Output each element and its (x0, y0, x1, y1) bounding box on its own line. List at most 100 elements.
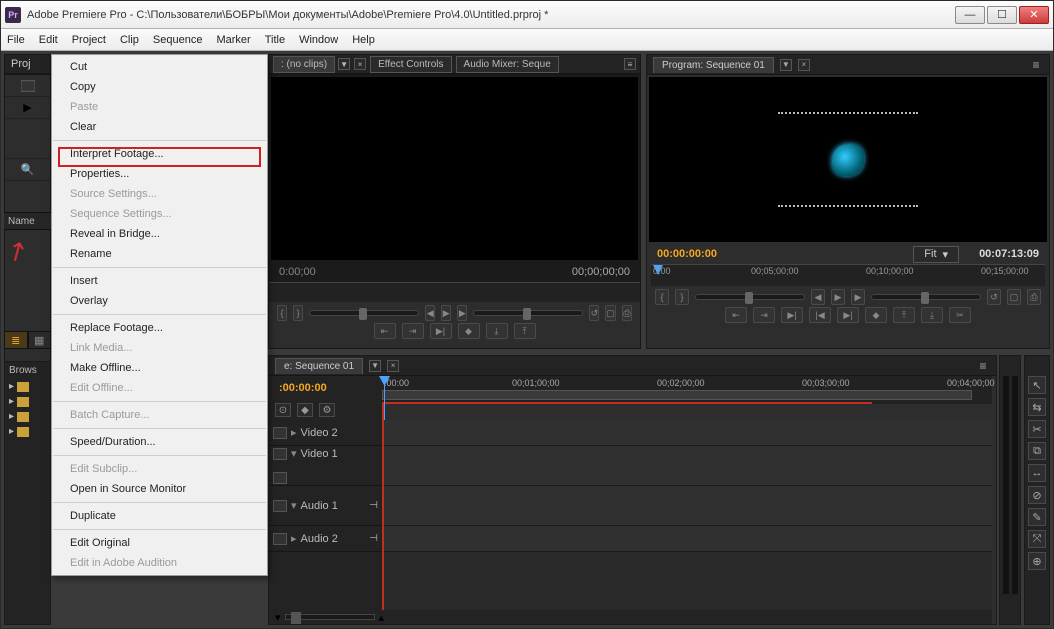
pen-tool[interactable]: ✎ (1028, 508, 1046, 526)
eye-icon[interactable] (273, 448, 287, 460)
prog-step-fwd[interactable]: ▶ (851, 289, 865, 305)
keyframe-icon[interactable] (273, 472, 287, 484)
prog-jog[interactable] (871, 294, 981, 300)
menu-clip[interactable]: Clip (120, 34, 139, 46)
program-tab-close[interactable]: × (798, 59, 810, 71)
track-header-video1[interactable]: ▾Video 1 (269, 446, 382, 486)
selection-tool[interactable]: ↖ (1028, 376, 1046, 394)
ctx-overlay[interactable]: Overlay (52, 291, 267, 311)
prog-go-in[interactable]: ⇤ (725, 307, 747, 323)
track-select-tool[interactable]: ⇆ (1028, 398, 1046, 416)
lane-video1[interactable] (382, 446, 992, 486)
rate-stretch-tool[interactable]: ↔ (1028, 464, 1046, 482)
panel-menu-icon[interactable]: ≡ (624, 58, 636, 70)
prog-play[interactable]: ▶ (831, 289, 845, 305)
track-lanes[interactable] (382, 420, 992, 620)
ctx-copy[interactable]: Copy (52, 77, 267, 97)
lane-video2[interactable] (382, 420, 992, 446)
go-out-button[interactable]: ⇥ (402, 323, 424, 339)
timeline-tab-dropdown[interactable]: ▼ (369, 360, 381, 372)
mb-node[interactable]: ▸ (5, 394, 50, 409)
close-button[interactable]: ✕ (1019, 6, 1049, 24)
menu-edit[interactable]: Edit (39, 34, 58, 46)
rolling-tool[interactable]: ⧉ (1028, 442, 1046, 460)
step-back-button[interactable]: ◀ (425, 305, 435, 321)
search-icon[interactable]: 🔍 (5, 159, 50, 181)
prog-set-out[interactable]: } (675, 289, 689, 305)
source-ruler[interactable] (269, 282, 640, 302)
set-in-button[interactable]: { (277, 305, 287, 321)
menu-title[interactable]: Title (265, 34, 285, 46)
track-header-audio1[interactable]: ▾Audio 1⊣ (269, 486, 382, 526)
loop-button[interactable]: ↺ (589, 305, 599, 321)
go-in-button[interactable]: ⇤ (374, 323, 396, 339)
program-tab-dropdown[interactable]: ▼ (780, 59, 792, 71)
marker-button[interactable]: ◆ (458, 323, 480, 339)
hand-tool[interactable]: ⤧ (1028, 530, 1046, 548)
zoom-in-icon[interactable]: ▴ (379, 611, 385, 624)
project-play-icon[interactable]: ▶ (5, 97, 50, 119)
menu-help[interactable]: Help (352, 34, 375, 46)
prog-prev-edit[interactable]: |◀ (809, 307, 831, 323)
play-inout-button[interactable]: ▶| (430, 323, 452, 339)
ctx-speed-duration[interactable]: Speed/Duration... (52, 432, 267, 452)
eye-icon[interactable] (273, 427, 287, 439)
prog-shuttle[interactable] (695, 294, 805, 300)
ctx-duplicate[interactable]: Duplicate (52, 506, 267, 526)
program-ruler[interactable]: 0:00 00;05;00;00 00;10;00;00 00;15;00;00 (651, 264, 1045, 286)
ripple-tool[interactable]: ✂ (1028, 420, 1046, 438)
set-out-button[interactable]: } (293, 305, 303, 321)
prog-export-frame[interactable]: ⎙ (1027, 289, 1041, 305)
maximize-button[interactable]: ☐ (987, 6, 1017, 24)
prog-loop[interactable]: ↺ (987, 289, 1001, 305)
ctx-replace-footage[interactable]: Replace Footage... (52, 318, 267, 338)
mb-node[interactable]: ▸ (5, 379, 50, 394)
ctx-rename[interactable]: Rename (52, 244, 267, 264)
project-name-header[interactable]: Name (4, 212, 51, 230)
effect-controls-tab[interactable]: Effect Controls (370, 56, 451, 73)
marker-tool[interactable]: ◆ (297, 403, 313, 417)
ctx-interpret-footage[interactable]: Interpret Footage... (52, 144, 267, 164)
timeline-panel-menu[interactable]: ≡ (976, 360, 990, 372)
source-tab[interactable]: : (no clips) (273, 56, 335, 73)
snap-button[interactable]: ⊙ (275, 403, 291, 417)
timeline-tab[interactable]: e: Sequence 01 (275, 358, 363, 374)
audio-mixer-tab[interactable]: Audio Mixer: Seque (456, 56, 559, 73)
play-button[interactable]: ▶ (441, 305, 451, 321)
program-tc-current[interactable]: 00:00:00:00 (657, 248, 717, 260)
prog-trim[interactable]: ✂ (949, 307, 971, 323)
timeline-tab-close[interactable]: × (387, 360, 399, 372)
prog-play-inout[interactable]: ▶| (781, 307, 803, 323)
razor-tool[interactable]: ⊘ (1028, 486, 1046, 504)
media-browser-tab[interactable]: Brows (5, 362, 50, 379)
source-tab-dropdown[interactable]: ▼ (338, 58, 350, 70)
program-viewport[interactable] (649, 77, 1047, 242)
ctx-make-offline[interactable]: Make Offline... (52, 358, 267, 378)
work-area-bar[interactable] (382, 390, 972, 400)
program-tab[interactable]: Program: Sequence 01 (653, 57, 774, 73)
lane-audio1[interactable] (382, 486, 992, 526)
speaker-icon[interactable] (273, 533, 287, 545)
ctx-cut[interactable]: Cut (52, 57, 267, 77)
export-frame-button[interactable]: ⎙ (622, 305, 632, 321)
ctx-clear[interactable]: Clear (52, 117, 267, 137)
ctx-open-in-source-monitor[interactable]: Open in Source Monitor (52, 479, 267, 499)
panel-close-icon[interactable]: × (354, 58, 366, 70)
track-header-audio2[interactable]: ▸Audio 2⊣ (269, 526, 382, 552)
timeline-ruler[interactable]: :00:00 00;01;00;00 00;02;00;00 00;03;00;… (382, 376, 992, 404)
track-header-video2[interactable]: ▸Video 2 (269, 420, 382, 446)
zoom-tool[interactable]: ⊕ (1028, 552, 1046, 570)
prog-go-out[interactable]: ⇥ (753, 307, 775, 323)
mb-node[interactable]: ▸ (5, 424, 50, 439)
program-panel-menu[interactable]: ≡ (1029, 59, 1043, 71)
prog-marker[interactable]: ◆ (865, 307, 887, 323)
zoom-fit-dropdown[interactable]: Fit ▾ (913, 246, 959, 263)
source-viewport[interactable] (271, 77, 638, 260)
speaker-icon[interactable] (273, 500, 287, 512)
menu-project[interactable]: Project (72, 34, 106, 46)
ctx-edit-original[interactable]: Edit Original (52, 533, 267, 553)
zoom-out-icon[interactable]: ▾ (275, 611, 281, 624)
source-shuttle[interactable] (309, 310, 419, 316)
prog-set-in[interactable]: { (655, 289, 669, 305)
prog-safe[interactable]: ▢ (1007, 289, 1021, 305)
